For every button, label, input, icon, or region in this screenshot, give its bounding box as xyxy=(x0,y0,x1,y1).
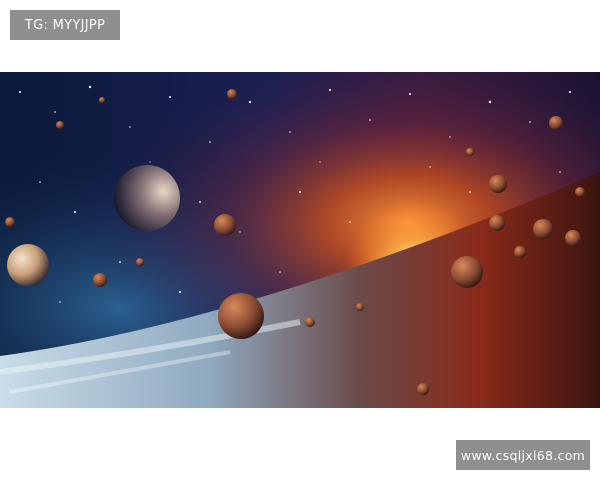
large-planet xyxy=(114,165,180,231)
foreground-planet xyxy=(218,293,264,339)
top-watermark: TG: MYYJJPP xyxy=(10,10,120,40)
small-planet xyxy=(214,214,236,236)
space-image xyxy=(0,72,600,408)
bottom-watermark: www.csqljxl68.com xyxy=(456,440,590,470)
left-planet xyxy=(7,244,49,286)
space-illustration xyxy=(0,72,600,408)
bottom-watermark-text: www.csqljxl68.com xyxy=(460,447,586,463)
top-watermark-text: TG: MYYJJPP xyxy=(24,17,106,33)
